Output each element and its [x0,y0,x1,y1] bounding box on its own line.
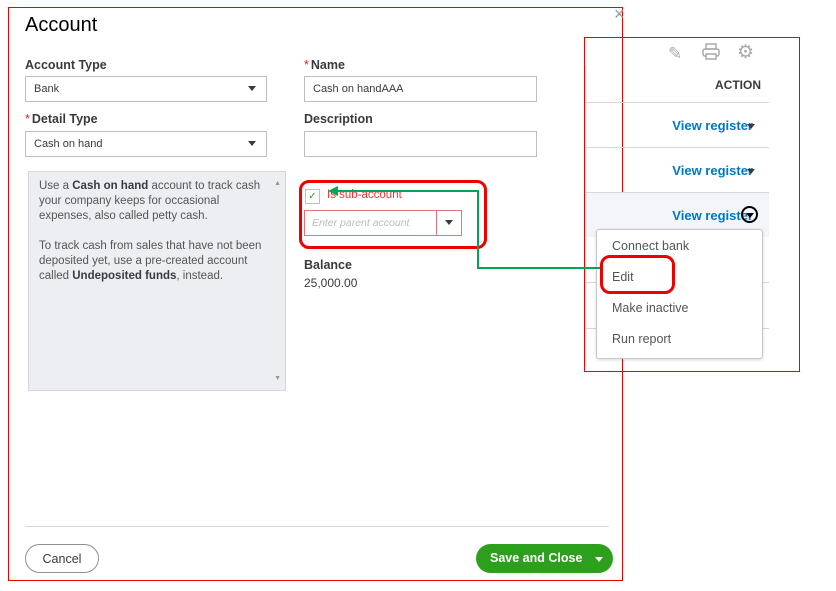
annotation-connector [328,186,600,269]
